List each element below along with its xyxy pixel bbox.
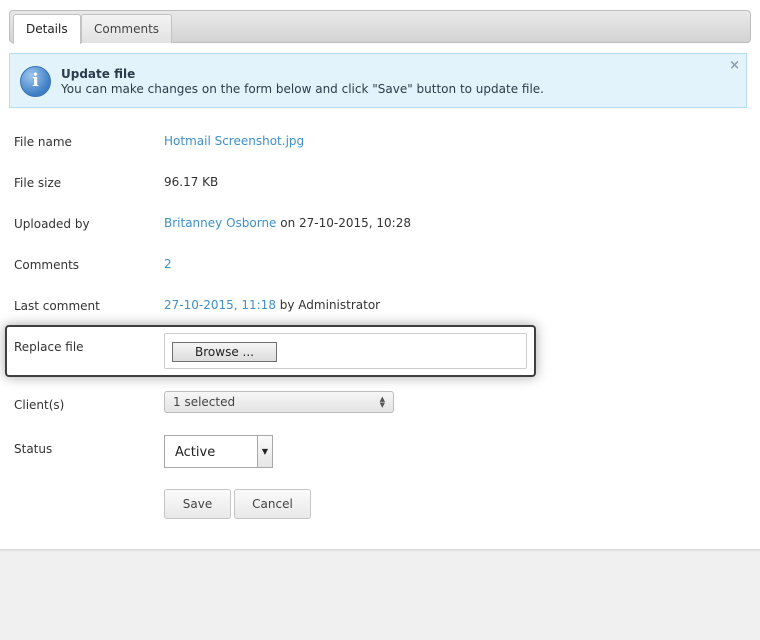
browse-button[interactable]: Browse ... (172, 342, 277, 362)
info-notice: i Update file You can make changes on th… (9, 53, 747, 108)
cancel-button[interactable]: Cancel (234, 489, 311, 519)
status-select[interactable]: Active ▼ (164, 435, 273, 468)
last-comment-value: 27-10-2015, 11:18 by Administrator (164, 298, 380, 312)
clients-select-value: 1 selected (173, 395, 236, 409)
file-size-value: 96.17 KB (164, 175, 219, 189)
clients-select[interactable]: 1 selected ▲ ▼ (164, 391, 394, 413)
file-details-panel: Details Comments i Update file You can m… (0, 0, 760, 550)
tab-comments[interactable]: Comments (81, 14, 173, 43)
uploaded-by-label: Uploaded by (14, 217, 90, 231)
tab-details[interactable]: Details (13, 14, 81, 44)
sort-arrows-icon: ▲ ▼ (379, 395, 385, 409)
save-button[interactable]: Save (164, 489, 231, 519)
uploaded-by-value: Britanney Osborne on 27-10-2015, 10:28 (164, 216, 411, 230)
last-comment-link[interactable]: 27-10-2015, 11:18 (164, 298, 276, 312)
clients-label: Client(s) (14, 398, 65, 412)
replace-file-label: Replace file (14, 340, 84, 354)
upload-date-text: on 27-10-2015, 10:28 (276, 216, 411, 230)
file-input[interactable]: Browse ... (164, 333, 527, 369)
file-name-label: File name (14, 135, 72, 149)
notice-text: You can make changes on the form below a… (61, 82, 544, 96)
notice-title: Update file (61, 67, 136, 81)
uploader-link[interactable]: Britanney Osborne (164, 216, 276, 230)
status-label: Status (14, 442, 53, 456)
comments-label: Comments (14, 258, 80, 272)
last-comment-author: by Administrator (275, 298, 381, 312)
tab-bar: Details Comments (9, 10, 751, 44)
file-name-link[interactable]: Hotmail Screenshot.jpg (164, 134, 304, 148)
file-size-label: File size (14, 176, 62, 190)
info-icon: i (20, 66, 51, 97)
chevron-down-icon[interactable]: ▼ (257, 436, 272, 467)
comments-count-link[interactable]: 2 (164, 257, 172, 271)
status-select-value: Active (175, 445, 216, 460)
close-icon[interactable]: × (729, 58, 740, 73)
last-comment-label: Last comment (14, 299, 100, 313)
